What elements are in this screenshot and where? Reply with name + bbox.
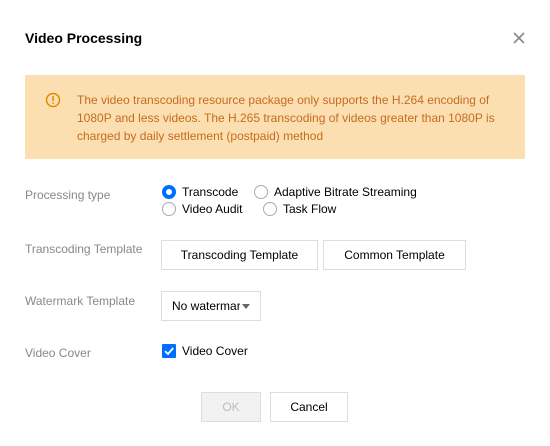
video-cover-label: Video Cover [25,346,91,360]
radio-label: Video Audit [182,202,243,216]
select-value: No watermark [172,299,240,313]
radio-video-audit[interactable]: Video Audit [162,202,243,216]
checkbox-label: Video Cover [182,344,248,358]
alert-text: The video transcoding resource package o… [77,93,495,143]
radio-unchecked-icon [254,185,268,199]
watermark-template-label: Watermark Template [25,294,136,308]
radio-adaptive-bitrate-streaming[interactable]: Adaptive Bitrate Streaming [254,185,417,199]
radio-checked-icon [162,185,176,199]
caret-down-icon [242,304,250,309]
checkmark-icon [162,344,176,358]
close-icon[interactable] [511,30,527,46]
alert-banner: The video transcoding resource package o… [25,75,525,159]
cancel-button[interactable]: Cancel [270,392,348,422]
transcoding-template-label: Transcoding Template [25,242,143,256]
transcoding-template-button[interactable]: Transcoding Template [161,240,318,270]
radio-transcode[interactable]: Transcode [162,185,238,199]
radio-unchecked-icon [162,202,176,216]
processing-type-label: Processing type [25,188,111,202]
radio-label: Task Flow [283,202,337,216]
radio-task-flow[interactable]: Task Flow [263,202,336,216]
radio-label: Adaptive Bitrate Streaming [274,185,417,199]
radio-label: Transcode [182,185,239,199]
warning-circle-icon [45,92,61,108]
ok-button[interactable]: OK [201,392,261,422]
common-template-button[interactable]: Common Template [323,240,466,270]
video-cover-checkbox[interactable]: Video Cover [162,344,248,358]
dialog-title: Video Processing [25,30,143,46]
radio-unchecked-icon [263,202,277,216]
watermark-template-select[interactable]: No watermark [161,291,261,321]
